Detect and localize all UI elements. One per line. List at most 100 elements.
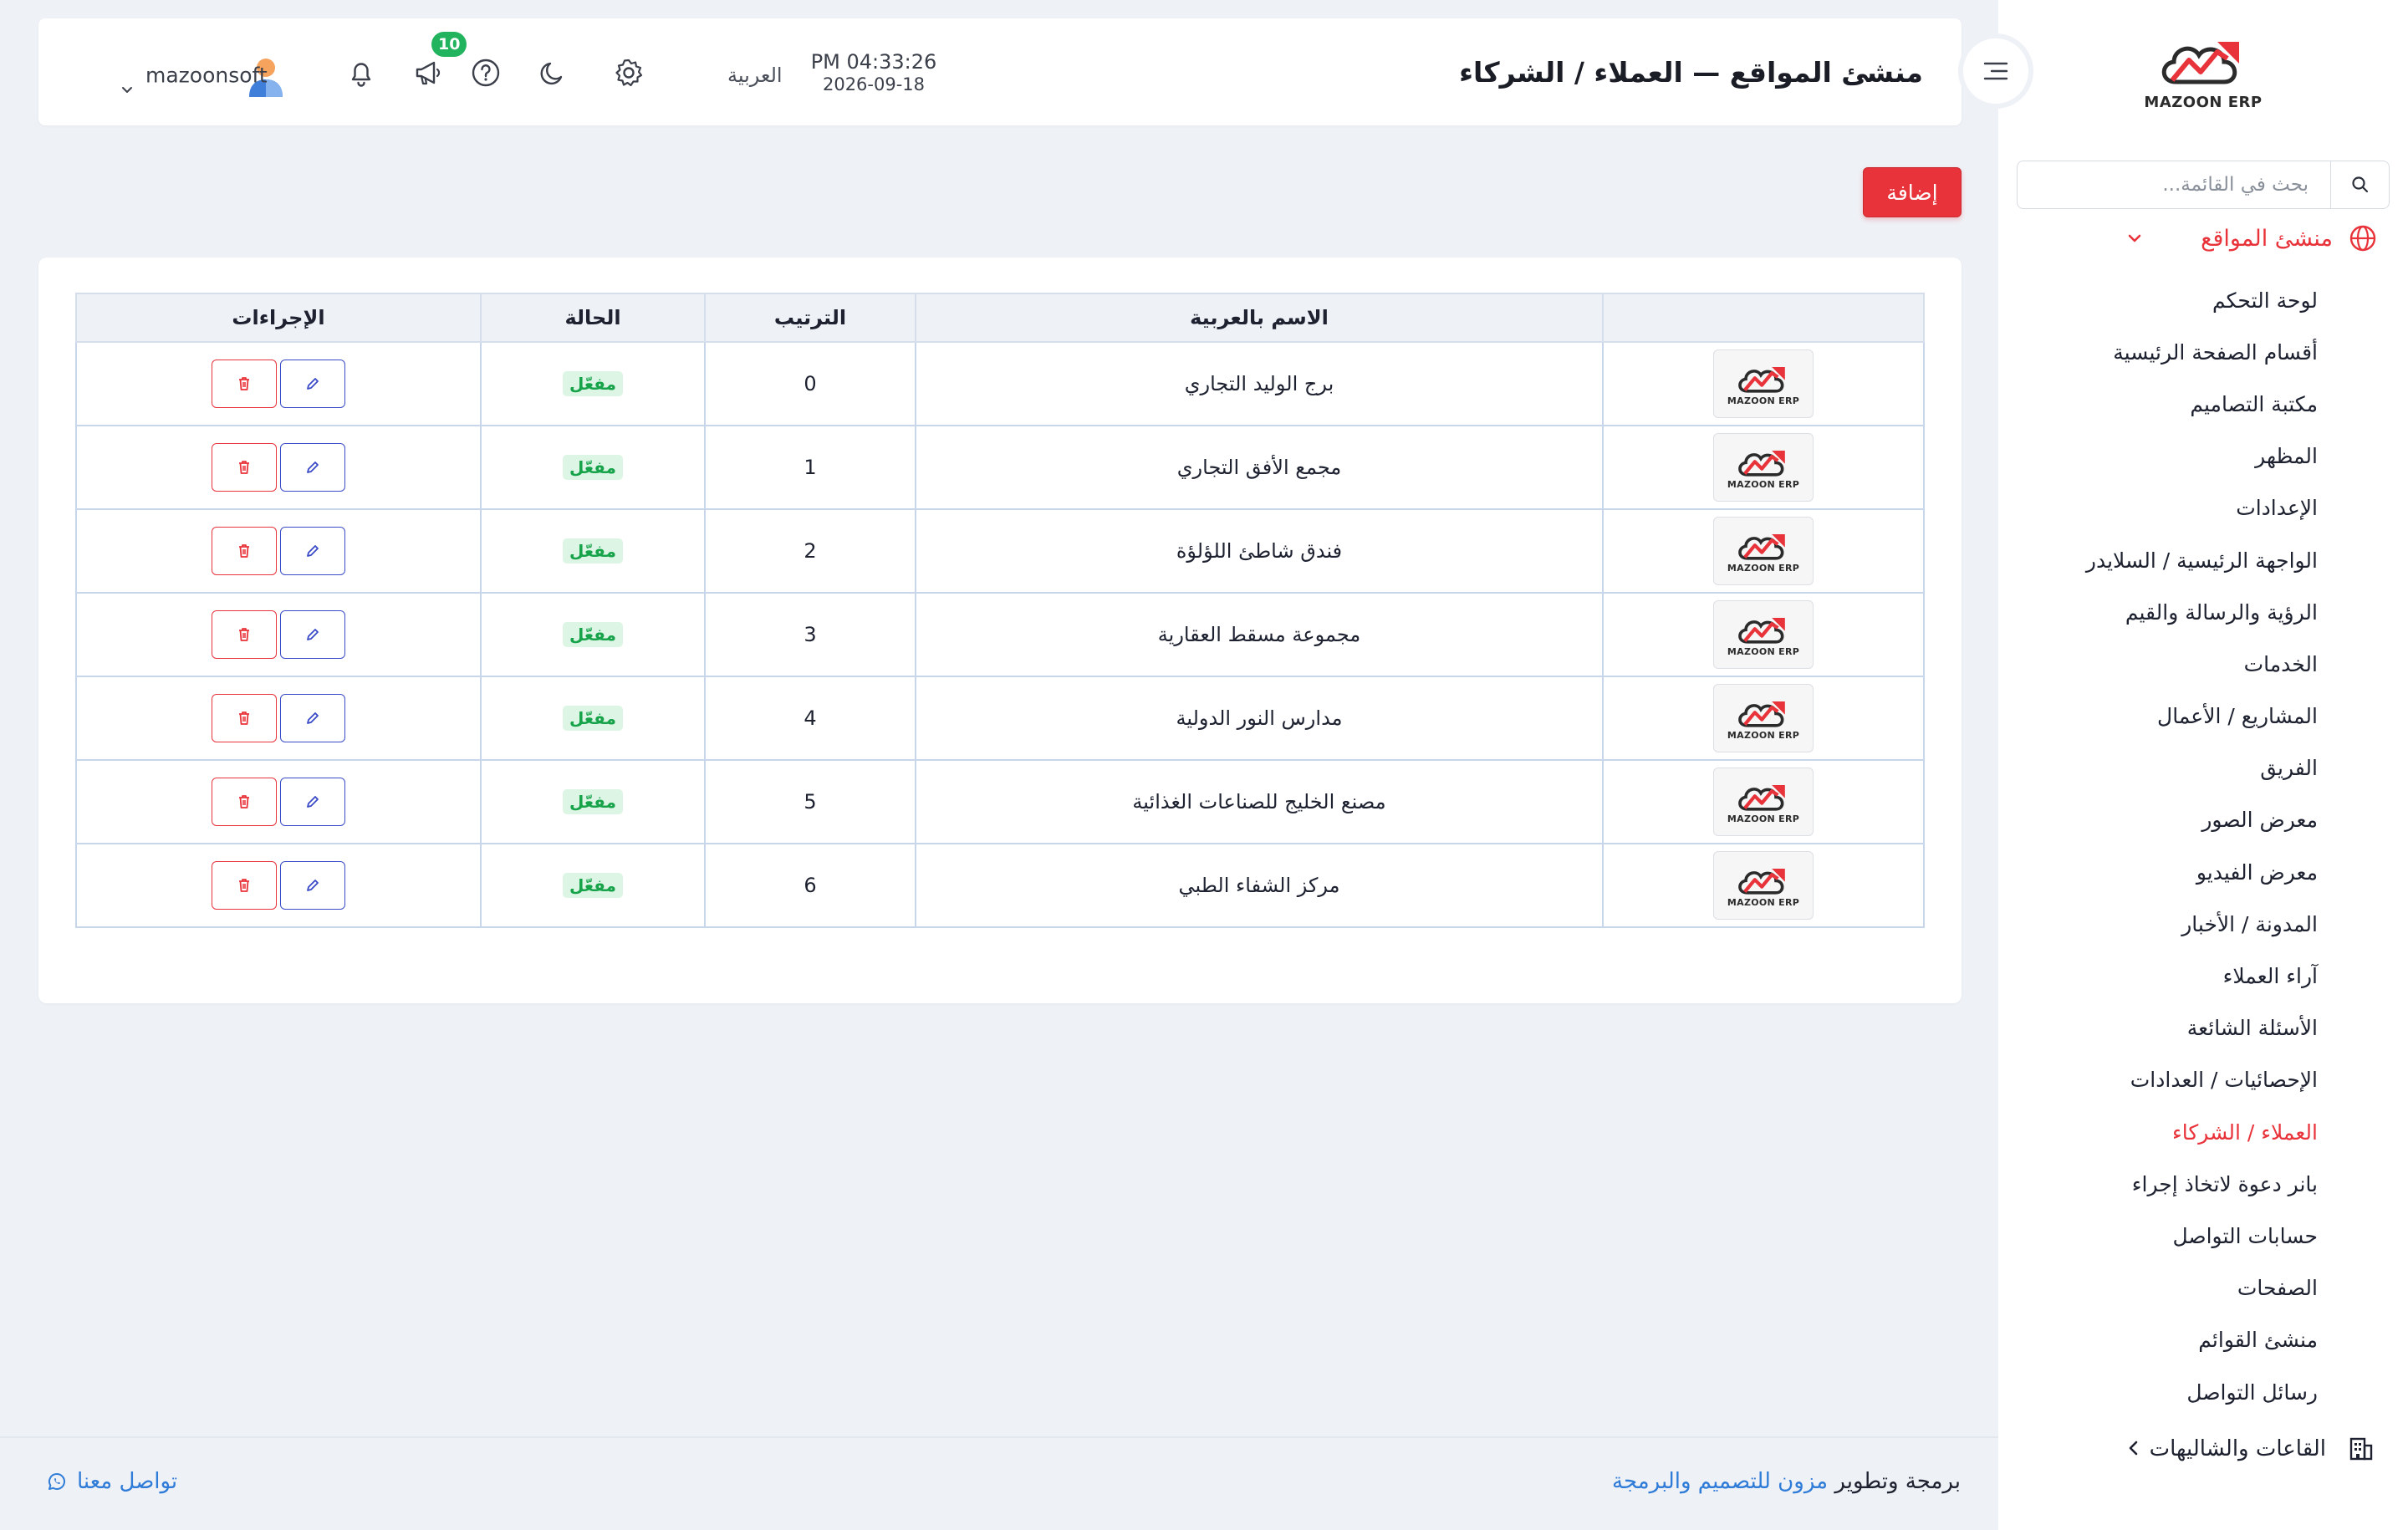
cell-status: مفعّل [480, 341, 706, 426]
megaphone-icon[interactable] [411, 56, 445, 89]
sidebar-search-input[interactable] [2018, 161, 2330, 208]
row-actions [212, 443, 345, 492]
delete-button[interactable] [212, 610, 277, 659]
trash-icon [239, 544, 249, 558]
client-logo-graphic [1738, 533, 1785, 560]
sidebar-item-appearance[interactable]: المظهر [2017, 431, 2318, 482]
cell-status: مفعّل [480, 759, 706, 844]
edit-button[interactable] [280, 778, 345, 826]
edit-button[interactable] [280, 360, 345, 408]
add-button[interactable]: إضافة [1863, 167, 1962, 217]
bell-icon[interactable] [344, 56, 378, 89]
contact-link[interactable]: تواصل معنا [47, 1469, 177, 1494]
delete-button[interactable] [212, 778, 277, 826]
sidebar-item-dashboard[interactable]: لوحة التحكم [2017, 274, 2318, 326]
clock-time: PM 04:33:26 [810, 50, 937, 74]
cell-name: برج الوليد التجاري [915, 341, 1604, 426]
clock-date: 2026-09-18 [822, 74, 926, 94]
edit-button[interactable] [280, 527, 345, 575]
sidebar-item-contact-messages[interactable]: رسائل التواصل [2017, 1366, 2318, 1418]
sidebar-item-faq[interactable]: الأسئلة الشائعة [2017, 1002, 2318, 1054]
sidebar-item-services[interactable]: الخدمات [2017, 638, 2318, 690]
delete-button[interactable] [212, 443, 277, 492]
sidebar-item-photo-gallery[interactable]: معرض الصور [2017, 794, 2318, 846]
sidebar-toggle-button[interactable] [1958, 33, 2033, 109]
credit-link[interactable]: مزون للتصميم والبرمجة [1612, 1469, 1828, 1494]
column-header-order[interactable]: الترتيب [704, 293, 916, 343]
trash-icon [239, 795, 249, 808]
cell-order: 2 [704, 508, 916, 594]
client-logo-graphic [1738, 450, 1785, 477]
client-logo: MAZOON ERP [1713, 517, 1814, 585]
client-logo-graphic [1738, 868, 1785, 895]
sidebar-item-blog[interactable]: المدونة / الأخبار [2017, 898, 2318, 950]
sidebar-item-vision-mission[interactable]: الرؤية والرسالة والقيم [2017, 586, 2318, 638]
cell-status: مفعّل [480, 508, 706, 594]
cell-order: 4 [704, 676, 916, 761]
language-switcher[interactable]: العربية [727, 64, 783, 87]
cell-actions [75, 508, 482, 594]
sidebar-item-statistics[interactable]: الإحصائيات / العدادات [2017, 1054, 2318, 1106]
sidebar-item-settings[interactable]: الإعدادات [2017, 482, 2318, 534]
table-row: MAZOON ERP برج الوليد التجاري 0 مفعّل [75, 341, 1925, 426]
trash-icon [239, 879, 249, 892]
whatsapp-icon [48, 1472, 65, 1490]
chevron-down-icon[interactable] [120, 84, 134, 97]
sidebar-item-testimonials[interactable]: آراء العملاء [2017, 950, 2318, 1002]
client-logo-graphic [1738, 366, 1785, 393]
username[interactable]: mazoonsoft [145, 64, 268, 88]
edit-button[interactable] [280, 861, 345, 910]
client-logo-text: MAZOON ERP [1727, 813, 1800, 824]
client-logo: MAZOON ERP [1713, 600, 1814, 669]
search-icon[interactable] [2330, 161, 2389, 208]
question-circle-icon[interactable] [469, 56, 503, 89]
sidebar-bottom-label: القاعات والشاليهات [2149, 1436, 2326, 1461]
pencil-icon [307, 880, 319, 891]
cell-logo: MAZOON ERP [1602, 425, 1925, 510]
sidebar-item-design-library[interactable]: مكتبة التصاميم [2017, 378, 2318, 430]
chevron-down-icon[interactable] [2124, 227, 2145, 249]
sidebar-item-home-sections[interactable]: أقسام الصفحة الرئيسية [2017, 326, 2318, 378]
delete-button[interactable] [212, 694, 277, 742]
status-badge: مفعّل [563, 455, 623, 480]
delete-button[interactable] [212, 527, 277, 575]
sidebar-group-halls-chalets[interactable]: القاعات والشاليهات [1998, 1426, 2408, 1471]
status-badge: مفعّل [563, 538, 623, 564]
sidebar-item-cta-banner[interactable]: بانر دعوة لاتخاذ إجراء [2017, 1158, 2318, 1210]
table-row: MAZOON ERP مصنع الخليج للصناعات الغذائية 5… [75, 759, 1925, 844]
sidebar-item-pages[interactable]: الصفحات [2017, 1262, 2318, 1314]
building-icon [2349, 1437, 2373, 1461]
edit-button[interactable] [280, 443, 345, 492]
chevron-left-icon[interactable] [2124, 1438, 2144, 1458]
client-logo-graphic [1738, 784, 1785, 811]
sidebar-group-site-builder[interactable]: منشئ المواقع [1998, 217, 2408, 259]
column-header-status[interactable]: الحالة [480, 293, 706, 343]
sidebar-item-team[interactable]: الفريق [2017, 742, 2318, 794]
status-badge: مفعّل [563, 622, 623, 647]
sidebar-item-projects[interactable]: المشاريع / الأعمال [2017, 691, 2318, 742]
sidebar-item-menu-builder[interactable]: منشئ القوائم [2017, 1314, 2318, 1366]
credit-prefix: برمجة وتطوير [1834, 1469, 1962, 1494]
cell-logo: MAZOON ERP [1602, 843, 1925, 928]
gear-icon[interactable] [612, 56, 645, 89]
pencil-icon [307, 545, 319, 557]
sidebar-item-hero-slider[interactable]: الواجهة الرئيسية / السلايدر [2017, 534, 2318, 586]
cell-logo: MAZOON ERP [1602, 676, 1925, 761]
column-header-name[interactable]: الاسم بالعربية [915, 293, 1604, 343]
sidebar-item-social-accounts[interactable]: حسابات التواصل [2017, 1210, 2318, 1262]
edit-button[interactable] [280, 694, 345, 742]
header-clock: PM 04:33:26 2026-09-18 [794, 52, 953, 94]
sidebar-item-video-gallery[interactable]: معرض الفيديو [2017, 846, 2318, 898]
brand-logo[interactable]: MAZOON ERP [2136, 33, 2270, 117]
moon-icon[interactable] [537, 56, 570, 89]
delete-button[interactable] [212, 360, 277, 408]
client-logo-text: MAZOON ERP [1727, 645, 1800, 657]
cell-name: مجمع الأفق التجاري [915, 425, 1604, 510]
edit-button[interactable] [280, 610, 345, 659]
delete-button[interactable] [212, 861, 277, 910]
client-logo: MAZOON ERP [1713, 433, 1814, 502]
sidebar-item-clients-partners[interactable]: العملاء / الشركاء [2017, 1106, 2318, 1158]
cell-order: 3 [704, 592, 916, 677]
table-row: MAZOON ERP مركز الشفاء الطبي 6 مفعّل [75, 843, 1925, 928]
cell-actions [75, 676, 482, 761]
